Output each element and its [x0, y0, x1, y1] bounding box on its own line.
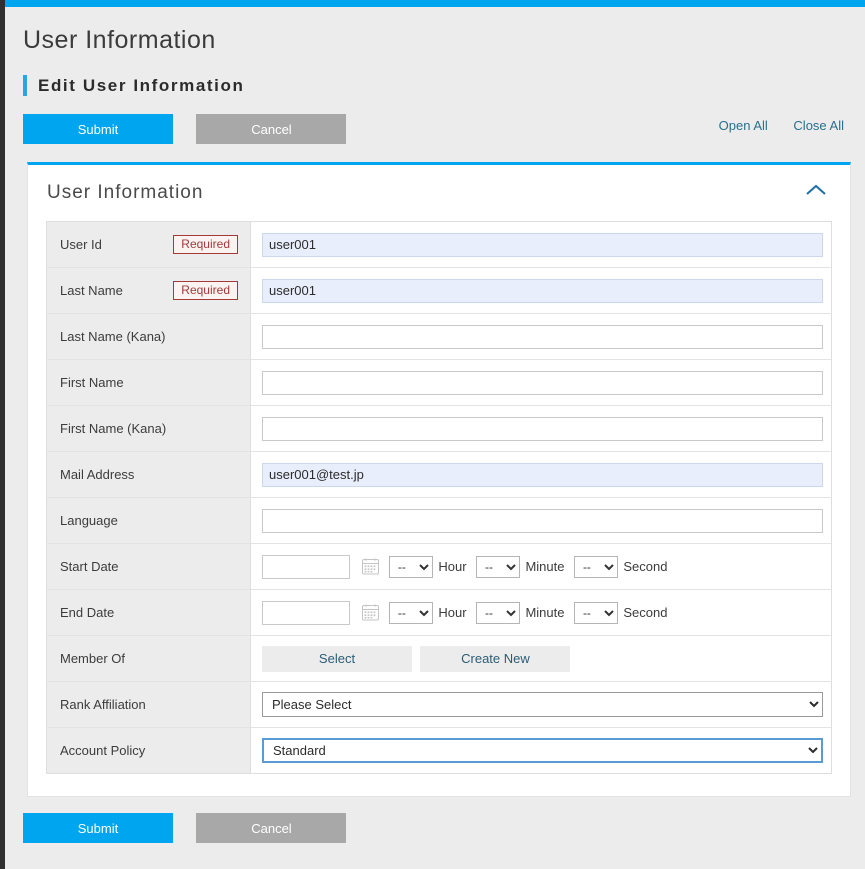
- start-date-second-unit: Second: [623, 559, 668, 575]
- label-cell-user-id: User Id Required: [46, 221, 251, 268]
- calendar-icon-end-date[interactable]: [362, 604, 380, 621]
- rank-affiliation-select[interactable]: Please Select: [262, 692, 823, 717]
- chevron-up-icon[interactable]: [805, 183, 827, 197]
- start-date-hour-unit: Hour: [438, 559, 467, 575]
- last-name-input[interactable]: [262, 278, 823, 303]
- table-row-first-name: First Name: [46, 359, 832, 406]
- label-first-name-kana: First Name (Kana): [60, 421, 167, 436]
- label-member-of: Member Of: [60, 651, 126, 666]
- table-row-last-name: Last Name Required: [46, 267, 832, 314]
- required-badge-user-id: Required: [173, 235, 238, 254]
- cancel-button-bottom[interactable]: Cancel: [196, 813, 347, 843]
- language-input[interactable]: [262, 508, 823, 533]
- field-cell-mail-address: [250, 451, 832, 498]
- label-account-policy: Account Policy: [60, 743, 146, 758]
- page-subtitle: Edit User Information: [23, 75, 865, 96]
- subtitle-accent-bar: [23, 75, 27, 96]
- start-date-input[interactable]: [262, 554, 350, 579]
- account-policy-select[interactable]: Standard: [262, 738, 823, 763]
- label-cell-first-name: First Name: [46, 359, 251, 406]
- start-date-hour-select[interactable]: --: [388, 555, 433, 578]
- field-cell-start-date: -- Hour -- Minute -- Second: [250, 543, 832, 590]
- field-cell-first-name: [250, 359, 832, 406]
- table-row-last-name-kana: Last Name (Kana): [46, 313, 832, 360]
- table-row-language: Language: [46, 497, 832, 544]
- top-action-bar: Submit Cancel Open All Close All: [5, 114, 865, 144]
- subtitle-text: Edit User Information: [38, 75, 245, 95]
- table-row-end-date: End Date -- Hour -- Minute -- Second: [46, 589, 832, 636]
- table-row-user-id: User Id Required: [46, 221, 832, 268]
- start-date-minute-unit: Minute: [525, 559, 565, 575]
- table-row-rank-affiliation: Rank Affiliation Please Select: [46, 681, 832, 728]
- label-mail-address: Mail Address: [60, 467, 135, 482]
- label-end-date: End Date: [60, 605, 115, 620]
- left-edge-rail: [0, 0, 5, 869]
- label-cell-mail-address: Mail Address: [46, 451, 251, 498]
- calendar-icon-start-date[interactable]: [362, 558, 380, 575]
- section-toggle-links: Open All Close All: [697, 118, 844, 133]
- end-date-minute-unit: Minute: [525, 605, 565, 621]
- app-window: User Information Edit User Information S…: [0, 0, 865, 869]
- end-date-minute-select[interactable]: --: [476, 601, 520, 624]
- label-cell-member-of: Member Of: [46, 635, 251, 682]
- label-last-name: Last Name: [60, 283, 123, 298]
- field-cell-account-policy: Standard: [250, 727, 832, 774]
- label-cell-language: Language: [46, 497, 251, 544]
- field-cell-member-of: Select Create New: [250, 635, 832, 682]
- label-cell-last-name-kana: Last Name (Kana): [46, 313, 251, 360]
- bottom-action-bar: Submit Cancel: [23, 813, 865, 843]
- top-accent-bar: [5, 0, 865, 7]
- end-date-second-select[interactable]: --: [573, 601, 618, 624]
- label-cell-start-date: Start Date: [46, 543, 251, 590]
- open-all-link[interactable]: Open All: [719, 118, 768, 133]
- card-header: User Information: [28, 165, 850, 221]
- table-row-mail-address: Mail Address: [46, 451, 832, 498]
- close-all-link[interactable]: Close All: [793, 118, 844, 133]
- required-badge-last-name: Required: [173, 281, 238, 300]
- field-cell-last-name-kana: [250, 313, 832, 360]
- label-cell-last-name: Last Name Required: [46, 267, 251, 314]
- table-row-first-name-kana: First Name (Kana): [46, 405, 832, 452]
- field-cell-end-date: -- Hour -- Minute -- Second: [250, 589, 832, 636]
- table-row-member-of: Member Of Select Create New: [46, 635, 832, 682]
- user-id-input[interactable]: [262, 232, 823, 257]
- label-cell-first-name-kana: First Name (Kana): [46, 405, 251, 452]
- field-cell-first-name-kana: [250, 405, 832, 452]
- member-of-select-button[interactable]: Select: [262, 645, 412, 672]
- page-title: User Information: [23, 26, 216, 54]
- label-rank-affiliation: Rank Affiliation: [60, 697, 146, 712]
- field-cell-language: [250, 497, 832, 544]
- field-cell-user-id: [250, 221, 832, 268]
- card-title: User Information: [47, 182, 204, 203]
- field-cell-rank-affiliation: Please Select: [250, 681, 832, 728]
- start-date-minute-select[interactable]: --: [476, 555, 520, 578]
- end-date-hour-select[interactable]: --: [388, 601, 433, 624]
- label-language: Language: [60, 513, 118, 528]
- last-name-kana-input[interactable]: [262, 324, 823, 349]
- user-information-form: User Id Required Last Name Requi: [46, 221, 832, 774]
- cancel-button-top[interactable]: Cancel: [196, 114, 347, 144]
- field-cell-last-name: [250, 267, 832, 314]
- mail-address-input[interactable]: [262, 462, 823, 487]
- table-row-start-date: Start Date -- Hour -- Minute -- Second: [46, 543, 832, 590]
- end-date-input[interactable]: [262, 600, 350, 625]
- table-row-account-policy: Account Policy Standard: [46, 727, 832, 774]
- label-last-name-kana: Last Name (Kana): [60, 329, 166, 344]
- submit-button-top[interactable]: Submit: [23, 114, 173, 144]
- label-first-name: First Name: [60, 375, 124, 390]
- first-name-input[interactable]: [262, 370, 823, 395]
- submit-button-bottom[interactable]: Submit: [23, 813, 173, 843]
- label-cell-account-policy: Account Policy: [46, 727, 251, 774]
- start-date-second-select[interactable]: --: [573, 555, 618, 578]
- label-user-id: User Id: [60, 237, 102, 252]
- page-content: User Information Edit User Information S…: [5, 7, 865, 869]
- first-name-kana-input[interactable]: [262, 416, 823, 441]
- label-cell-rank-affiliation: Rank Affiliation: [46, 681, 251, 728]
- end-date-hour-unit: Hour: [438, 605, 467, 621]
- end-date-second-unit: Second: [623, 605, 668, 621]
- member-of-create-new-button[interactable]: Create New: [420, 645, 571, 672]
- user-information-card: User Information User Id Required user00…: [27, 162, 851, 797]
- label-cell-end-date: End Date: [46, 589, 251, 636]
- label-start-date: Start Date: [60, 559, 119, 574]
